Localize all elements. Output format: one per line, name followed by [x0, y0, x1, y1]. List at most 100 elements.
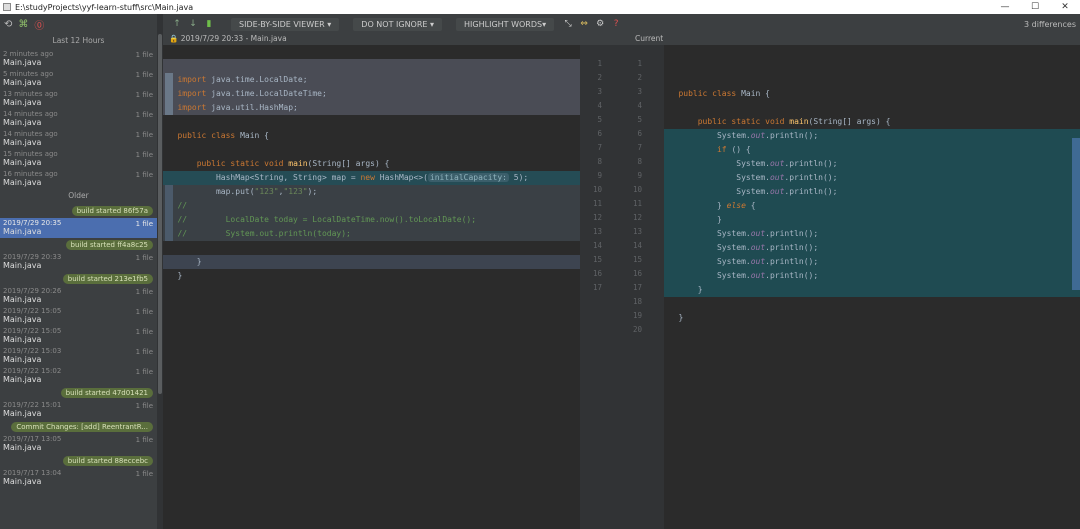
right-editor[interactable]: public class Main { public static void m… [664, 45, 1080, 529]
line-number: 15 [592, 255, 602, 264]
line-number: 11 [592, 199, 602, 208]
maximize-button[interactable]: ☐ [1020, 2, 1050, 12]
diff-help-icon[interactable]: ? [608, 19, 624, 29]
history-entry[interactable]: 2019/7/17 13:05 1 file Main.java [0, 434, 157, 454]
diff-header: 🔒 2019/7/29 20:33 - Main.java Current [163, 34, 1080, 45]
code-line: public class Main { [678, 89, 770, 98]
minimize-button[interactable]: — [990, 2, 1020, 12]
history-entry[interactable]: 15 minutes ago 1 file Main.java [0, 149, 157, 169]
revert-icon[interactable]: ⟲ [4, 19, 12, 30]
highlight-words-dropdown[interactable]: HIGHLIGHT WORDS▾ [456, 17, 555, 31]
line-number: 12 [592, 213, 602, 222]
code-line: } [163, 271, 183, 280]
line-number: 11 [632, 199, 642, 208]
line-number: 17 [592, 283, 602, 292]
line-number: 1 [637, 59, 642, 68]
history-entry[interactable]: 5 minutes ago 1 file Main.java [0, 69, 157, 89]
line-number: 10 [632, 185, 642, 194]
left-editor[interactable]: import java.time.LocalDate; import java.… [163, 45, 580, 529]
history-entry[interactable]: 2019/7/22 15:05 1 file Main.java [0, 326, 157, 346]
history-entry[interactable]: 13 minutes ago 1 file Main.java [0, 89, 157, 109]
settings-gear-icon[interactable]: ⚙ [592, 19, 608, 29]
diff-toolbar: ↑ ↓ ▮ SIDE-BY-SIDE VIEWER ▾ DO NOT IGNOR… [163, 14, 1080, 34]
history-entry-time: 2019/7/22 15:05 [3, 327, 62, 335]
previous-difference-icon[interactable]: ↑ [169, 19, 185, 29]
history-entry-count: 1 file [135, 288, 153, 296]
code-line: } [163, 255, 580, 269]
history-entry-file: Main.java [3, 477, 42, 486]
history-entry-file: Main.java [3, 295, 42, 304]
code-line: System.out.println(); [664, 241, 1080, 255]
line-number: 1 [597, 59, 602, 68]
history-entry-time: 2019/7/22 15:02 [3, 367, 62, 375]
history-label[interactable]: build started 88eccebc [0, 454, 157, 468]
collapse-unchanged-icon[interactable]: ⤡ [560, 19, 576, 29]
line-number: 5 [637, 115, 642, 124]
history-entry[interactable]: 2019/7/29 20:26 1 file Main.java [0, 286, 157, 306]
close-button[interactable]: ✕ [1050, 2, 1080, 12]
history-entry[interactable]: 2 minutes ago 1 file Main.java [0, 49, 157, 69]
next-difference-icon[interactable]: ↓ [185, 19, 201, 29]
history-entry[interactable]: 2019/7/29 20:35 1 file Main.java [0, 218, 157, 238]
history-entry[interactable]: 16 minutes ago 1 file Main.java [0, 169, 157, 189]
differences-count: 3 differences [1024, 19, 1076, 29]
recent-list: 2 minutes ago 1 file Main.java 5 minutes … [0, 49, 157, 189]
code-line: System.out.println(); [664, 227, 1080, 241]
history-label[interactable]: build started 86f57a [0, 204, 157, 218]
line-number: 10 [592, 185, 602, 194]
history-entry-file: Main.java [3, 261, 42, 270]
line-number: 3 [637, 87, 642, 96]
right-diff-scroll-marker[interactable] [1072, 138, 1080, 290]
history-entry-count: 1 file [135, 220, 153, 228]
code-line: } [664, 313, 684, 322]
line-number: 8 [637, 157, 642, 166]
history-entry[interactable]: 2019/7/22 15:01 1 file Main.java [0, 400, 157, 420]
code-line: public class Main { [177, 131, 269, 140]
history-entry[interactable]: 14 minutes ago 1 file Main.java [0, 129, 157, 149]
history-entry-file: Main.java [3, 78, 42, 87]
history-entry-count: 1 file [135, 436, 153, 444]
line-number: 2 [597, 73, 602, 82]
history-entry-file: Main.java [3, 409, 42, 418]
history-entry-time: 2019/7/29 20:35 [3, 219, 62, 227]
help-icon[interactable]: ⓪ [34, 17, 44, 32]
history-entry-count: 1 file [135, 402, 153, 410]
line-number: 7 [637, 143, 642, 152]
history-entry[interactable]: 2019/7/22 15:05 1 file Main.java [0, 306, 157, 326]
viewer-mode-dropdown[interactable]: SIDE-BY-SIDE VIEWER ▾ [231, 17, 340, 31]
app-icon [3, 3, 11, 11]
history-entry[interactable]: 2019/7/29 20:33 1 file Main.java [0, 252, 157, 272]
history-entry-file: Main.java [3, 138, 42, 147]
code-line: // LocalDate today = LocalDateTime.now()… [163, 213, 580, 227]
history-entry-count: 1 file [135, 328, 153, 336]
history-label[interactable]: build started ff4a8c25 [0, 238, 157, 252]
history-entry[interactable]: 2019/7/17 13:04 1 file Main.java [0, 468, 157, 488]
history-entry-time: 2019/7/17 13:04 [3, 469, 62, 477]
line-number: 13 [592, 227, 602, 236]
history-entry[interactable]: 2019/7/22 15:02 1 file Main.java [0, 366, 157, 386]
line-number: 15 [632, 255, 642, 264]
history-entry-time: 2019/7/17 13:05 [3, 435, 62, 443]
history-panel: ⟲ ⌘ ⓪ Last 12 Hours 2 minutes ago 1 file… [0, 14, 157, 529]
history-entry-count: 1 file [135, 308, 153, 316]
line-number: 12 [632, 213, 642, 222]
history-label[interactable]: build started 47d01421 [0, 386, 157, 400]
section-last-12-hours: Last 12 Hours [52, 36, 105, 45]
history-entry-file: Main.java [3, 178, 42, 187]
change-marker [165, 73, 173, 115]
line-number: 7 [597, 143, 602, 152]
history-entry[interactable]: 2019/7/22 15:03 1 file Main.java [0, 346, 157, 366]
edit-source-icon[interactable]: ▮ [201, 19, 217, 29]
history-entry-file: Main.java [3, 375, 42, 384]
merge-icon[interactable]: ⌘ [18, 19, 28, 30]
history-entry[interactable]: 14 minutes ago 1 file Main.java [0, 109, 157, 129]
sync-scroll-icon[interactable]: ⇔ [576, 19, 592, 29]
history-entry-count: 1 file [135, 368, 153, 376]
history-scroll-thumb[interactable] [158, 34, 162, 394]
line-number: 6 [637, 129, 642, 138]
history-label[interactable]: Commit Changes: [add] ReentrantR... [0, 420, 157, 434]
history-entry-file: Main.java [3, 158, 42, 167]
ignore-whitespace-dropdown[interactable]: DO NOT IGNORE ▾ [353, 17, 443, 31]
history-label[interactable]: build started 213e1fb5 [0, 272, 157, 286]
line-number: 9 [597, 171, 602, 180]
